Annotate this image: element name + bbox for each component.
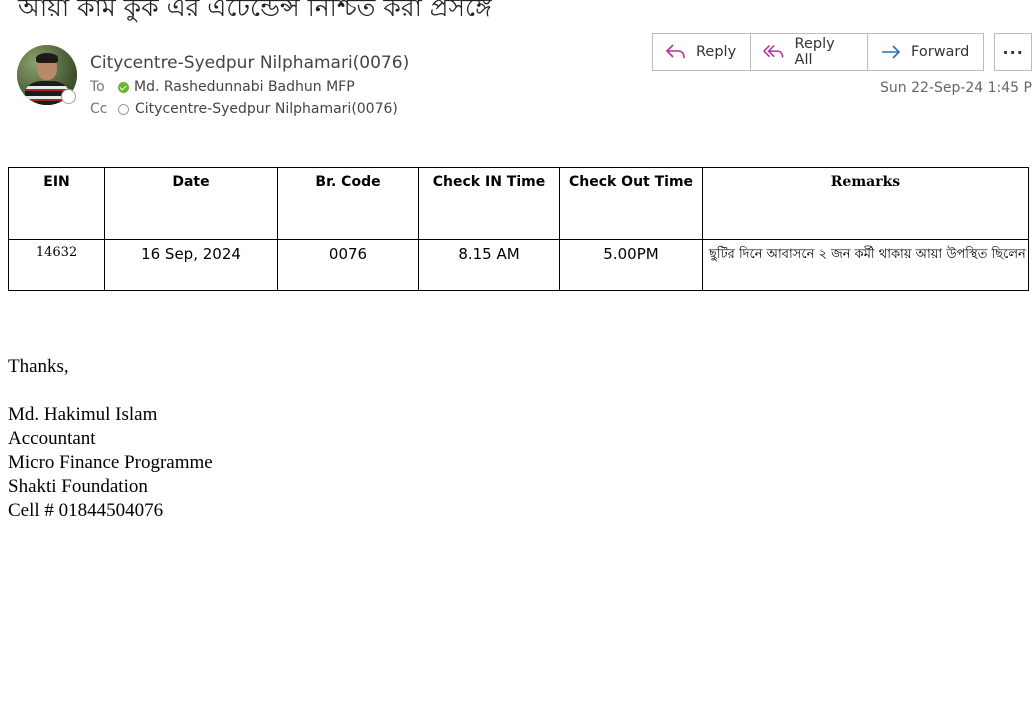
cc-recipient[interactable]: Citycentre-Syedpur Nilphamari(0076)	[135, 101, 398, 117]
cell-br-code: 0076	[277, 239, 419, 291]
cell-check-in: 8.15 AM	[418, 239, 560, 291]
avatar-hair	[36, 53, 58, 63]
table-row: 14632 16 Sep, 2024 0076 8.15 AM 5.00PM ছ…	[8, 239, 1029, 291]
signature-title: Accountant	[8, 428, 96, 449]
reply-arrow-icon	[665, 44, 685, 59]
cc-label: Cc	[90, 101, 108, 117]
header-remarks: Remarks	[702, 167, 1029, 240]
reply-all-arrow-icon	[763, 44, 784, 58]
more-actions-button[interactable]: ···	[994, 33, 1032, 71]
header-check-in: Check IN Time	[418, 167, 560, 240]
signature-spacer	[8, 379, 213, 403]
signature-cell: Cell # 01844504076	[8, 500, 164, 521]
forward-label: Forward	[911, 44, 970, 60]
to-recipient[interactable]: Md. Rashedunnabi Badhun MFP	[134, 79, 355, 95]
header-check-out: Check Out Time	[559, 167, 703, 240]
table-header-row: EIN Date Br. Code Check IN Time Check Ou…	[8, 167, 1029, 240]
signature-department: Micro Finance Programme	[8, 452, 213, 473]
cell-date: 16 Sep, 2024	[104, 239, 278, 291]
cell-check-out: 5.00PM	[559, 239, 703, 291]
to-row: To Md. Rashedunnabi Badhun MFP	[90, 79, 355, 95]
header-br-code: Br. Code	[277, 167, 419, 240]
cell-ein: 14632	[8, 239, 105, 291]
message-actions: Reply Reply All Forward ···	[652, 33, 1032, 71]
signature-org: Shakti Foundation	[8, 476, 148, 497]
to-label: To	[90, 79, 105, 95]
sender-name[interactable]: Citycentre-Syedpur Nilphamari(0076)	[90, 53, 409, 73]
reply-label: Reply	[696, 44, 737, 60]
cc-row: Cc Citycentre-Syedpur Nilphamari(0076)	[90, 101, 398, 117]
signature-block: Thanks, Md. Hakimul Islam Accountant Mic…	[8, 355, 213, 523]
header-date: Date	[104, 167, 278, 240]
reply-button[interactable]: Reply	[652, 33, 752, 71]
signature-thanks: Thanks,	[8, 356, 69, 377]
header-ein: EIN	[8, 167, 105, 240]
offline-status-icon	[118, 103, 129, 115]
message-timestamp: Sun 22-Sep-24 1:45 PM	[880, 80, 1032, 96]
signature-name: Md. Hakimul Islam	[8, 404, 158, 425]
forward-button[interactable]: Forward	[867, 33, 985, 71]
email-subject: আয়া কাম কুক এর এটেন্ডেন্স নিশ্চিত করা প…	[18, 0, 492, 22]
forward-arrow-icon	[882, 45, 901, 59]
presence-status-icon	[61, 89, 76, 104]
ellipsis-icon: ···	[1002, 42, 1024, 62]
reply-all-button[interactable]: Reply All	[750, 33, 869, 71]
attendance-table: EIN Date Br. Code Check IN Time Check Ou…	[8, 167, 1029, 291]
cell-remarks: ছুটির দিনে আবাসনে ২ জন কর্মী থাকায় আয়া…	[702, 239, 1029, 291]
available-status-icon	[118, 81, 129, 93]
reply-all-label: Reply All	[794, 36, 835, 68]
